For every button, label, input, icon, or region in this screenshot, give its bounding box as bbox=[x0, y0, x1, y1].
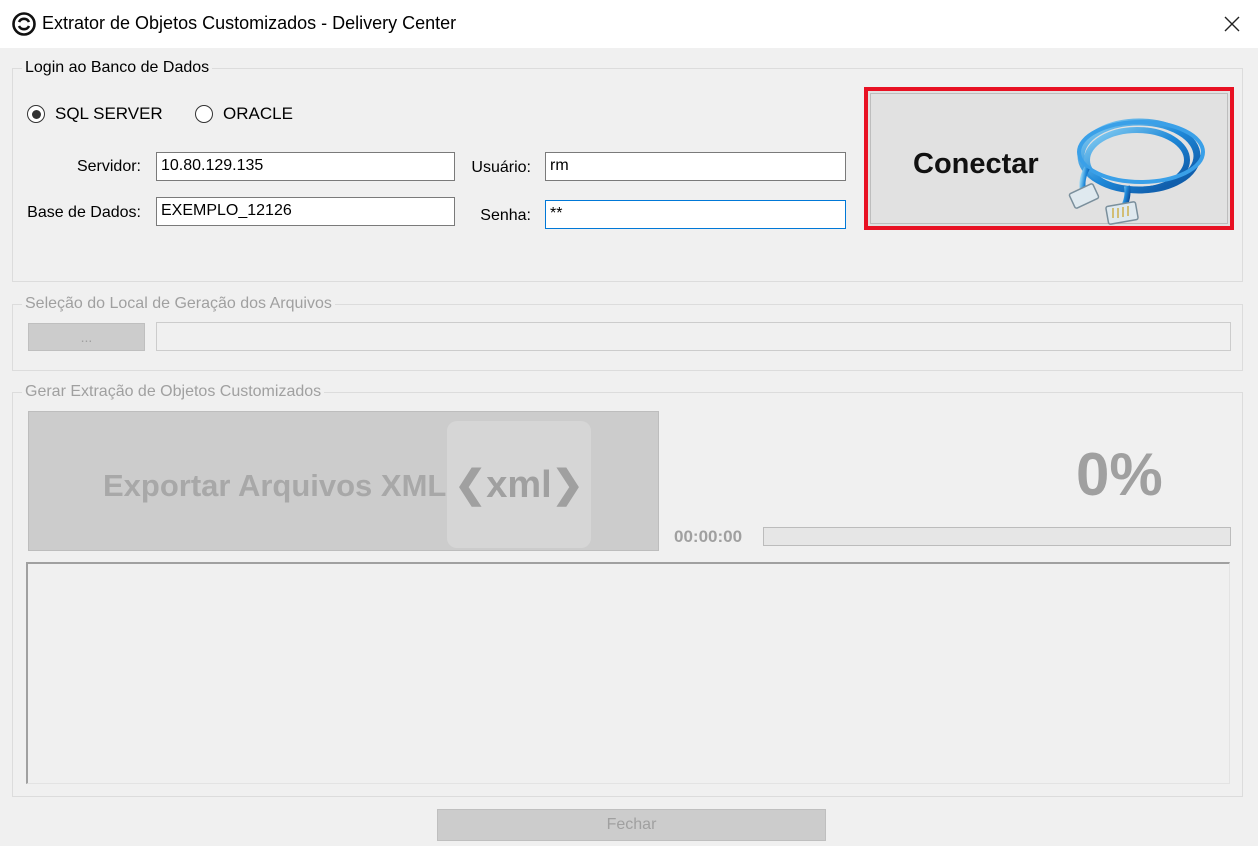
connect-button-label: Conectar bbox=[913, 148, 1039, 180]
progress-percent: 0% bbox=[1076, 441, 1163, 508]
elapsed-time: 00:00:00 bbox=[674, 527, 743, 546]
export-group-legend: Gerar Extração de Objetos Customizados bbox=[22, 383, 325, 401]
xml-icon-text: ❮xml❯ bbox=[454, 464, 584, 506]
export-xml-button-label: Exportar Arquivos XML bbox=[103, 468, 447, 503]
window-title: Extrator de Objetos Customizados - Deliv… bbox=[42, 13, 457, 33]
title-bar: Extrator de Objetos Customizados - Deliv… bbox=[0, 0, 1258, 48]
basedados-field[interactable]: EXEMPLO_12126 bbox=[156, 197, 455, 226]
servidor-field[interactable]: 10.80.129.135 bbox=[156, 152, 455, 181]
basedados-label: Base de Dados: bbox=[27, 204, 141, 221]
connect-button[interactable]: Conectar bbox=[870, 93, 1228, 225]
close-icon bbox=[1224, 16, 1240, 32]
servidor-label: Servidor: bbox=[76, 158, 141, 175]
output-path-field[interactable] bbox=[156, 322, 1231, 351]
usuario-label: Usuário: bbox=[471, 159, 531, 176]
usuario-field[interactable]: rm bbox=[545, 152, 846, 181]
connect-button-highlight[interactable]: Conectar bbox=[864, 87, 1234, 230]
radio-selected-dot bbox=[31, 109, 41, 119]
radio-oracle-label: ORACLE bbox=[223, 104, 293, 123]
xml-icon: ❮xml❯ bbox=[447, 421, 591, 548]
radio-sqlserver-label: SQL SERVER bbox=[55, 104, 163, 123]
senha-label: Senha: bbox=[480, 207, 531, 224]
log-textarea[interactable] bbox=[26, 562, 1230, 784]
radio-sqlserver[interactable]: SQL SERVER bbox=[27, 104, 163, 124]
radio-oracle-circle bbox=[195, 105, 213, 123]
app-logo-icon bbox=[12, 12, 36, 36]
location-group-legend: Seleção do Local de Geração dos Arquivos bbox=[22, 295, 335, 313]
browse-button[interactable]: ... bbox=[28, 323, 145, 351]
network-cable-icon bbox=[1068, 118, 1205, 225]
radio-oracle[interactable]: ORACLE bbox=[195, 104, 293, 124]
senha-field[interactable]: ** bbox=[545, 200, 846, 229]
radio-sqlserver-circle bbox=[27, 105, 45, 123]
export-xml-button[interactable]: Exportar Arquivos XML ❮xml❯ bbox=[28, 411, 659, 551]
login-group-legend: Login ao Banco de Dados bbox=[22, 59, 213, 77]
progress-bar bbox=[763, 527, 1231, 546]
fechar-button[interactable]: Fechar bbox=[437, 809, 826, 841]
close-button[interactable] bbox=[1210, 6, 1254, 42]
